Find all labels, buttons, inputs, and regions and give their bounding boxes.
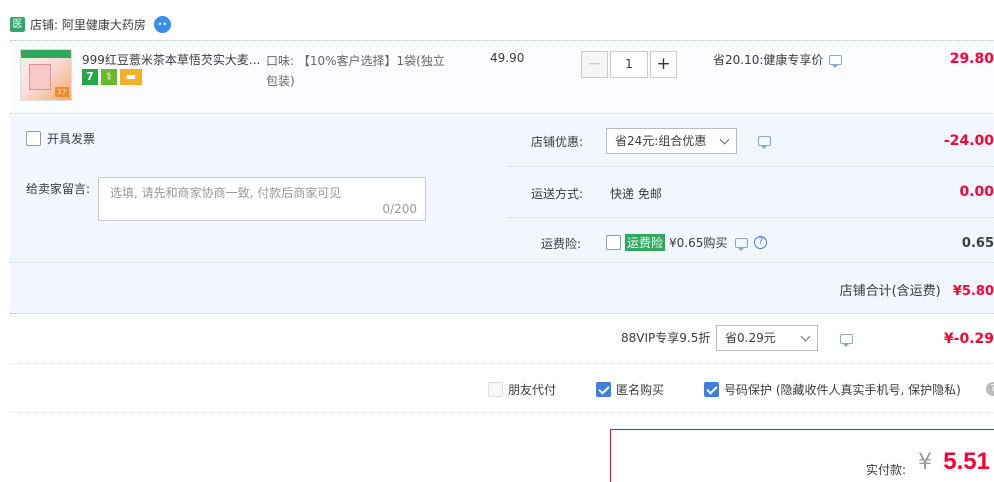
product-thumbnail[interactable]: 17 [20,49,72,101]
shop-header: 医 店铺: 阿里健康大药房 •• [10,14,171,34]
friend-pay-label: 朋友代付 [508,383,557,397]
shipping-value: 快递 免邮 [610,187,662,201]
seller-memo-textarea[interactable]: 选填, 请先和商家协商一致, 付款后商家可见 0/200 [98,177,426,221]
promo-note-text: 省20.10:健康专享价 [713,53,824,67]
insurance-amount: 0.65 [961,236,994,251]
divider [507,217,994,218]
anonymous-checkbox[interactable] [596,382,611,397]
discount-label: 店铺优惠: [531,135,584,149]
unit-price: 49.90 [490,51,525,65]
insurance-text: ¥0.65购买 [669,236,728,250]
insurance-tag: 运费险 [625,234,666,251]
vip-label: 88VIP专享9.5折 [621,331,711,345]
invoice-option[interactable]: 开具发票 [26,130,95,147]
divider [10,262,994,263]
insurance-checkbox[interactable] [606,235,621,250]
discount-select[interactable]: 省24元:组合优惠 [606,128,737,154]
friend-pay-option[interactable]: 朋友代付 [488,381,556,398]
anonymous-label: 匿名购买 [616,383,665,397]
divider [507,166,994,167]
thumb-tag: 17 [55,87,69,97]
pay-label: 实付款: [865,463,906,477]
memo-char-count: 0/200 [382,202,417,216]
memo-label: 给卖家留言: [26,182,91,196]
seven-day-return-icon[interactable]: 7 [82,69,98,85]
thumb-band [21,50,71,58]
privacy-options-row: 朋友代付 匿名购买 号码保护 (隐藏收件人真实手机号, 保护隐私) ? [10,365,994,413]
comment-icon[interactable] [735,237,749,251]
cart-item-row: 17 999红豆薏米茶本草悟芡实大麦... 7 ⚕ ▬ 口味: 【10%客户选择… [10,40,994,114]
thumb-package [29,64,51,90]
medicine-icon[interactable]: ⚕ [101,69,117,85]
qty-decrease-button[interactable]: − [581,51,608,78]
promo-note: 省20.10:健康专享价 [713,51,843,68]
vip-discount-select[interactable]: 省0.29元 [716,325,818,351]
comment-icon[interactable] [758,136,771,149]
store-total-amount: ¥5.80 [952,284,994,299]
comment-icon[interactable] [840,334,853,347]
number-protect-label: 号码保护 (隐藏收件人真实手机号, 保护隐私) [724,383,961,397]
card-icon[interactable]: ▬ [120,69,142,85]
qty-increase-button[interactable]: + [650,51,677,78]
number-protect-option[interactable]: 号码保护 (隐藏收件人真实手机号, 保护隐私) [704,381,961,398]
insurance-option[interactable]: 运费险 ¥0.65购买 ? [606,234,768,251]
memo-placeholder: 选填, 请先和商家协商一致, 付款后商家可见 [110,186,342,200]
vip-discount-row: 88VIP专享9.5折 省0.29元 ¥-0.29 [10,316,994,364]
help-icon[interactable]: ? [986,382,994,396]
discount-selected: 省24元:组合优惠 [615,134,707,148]
qty-input[interactable]: 1 [610,51,648,78]
quantity-stepper: − 1 + [581,51,677,78]
payment-summary-box: 实付款: ¥ 5.51 [610,429,994,482]
options-right: 店铺优惠: 省24元:组合优惠 -24.00 运送方式: 快递 免邮 0.00 … [507,116,994,262]
store-total-label: 店铺合计(含运费) [839,284,941,299]
invoice-checkbox[interactable] [26,131,41,146]
shipping-amount: 0.00 [959,184,994,200]
vip-amount: ¥-0.29 [943,331,994,347]
chevron-down-icon [800,331,811,342]
anonymous-option[interactable]: 匿名购买 [596,381,664,398]
invoice-label: 开具发票 [47,132,96,146]
friend-pay-checkbox[interactable] [488,382,503,397]
wangwang-chat-icon[interactable]: •• [153,15,171,33]
shop-type-badge: 医 [10,16,25,32]
number-protect-checkbox[interactable] [704,382,719,397]
service-icons: 7 ⚕ ▬ [82,69,142,85]
store-total: 店铺合计(含运费) ¥5.80 [840,280,994,299]
discount-amount: -24.00 [943,133,994,149]
shop-name-link[interactable]: 店铺: 阿里健康大药房 [30,16,146,33]
item-subtotal: 29.80 [949,51,994,67]
help-icon[interactable]: ? [754,236,768,249]
vip-selected: 省0.29元 [725,331,776,345]
chevron-down-icon [719,134,730,145]
insurance-label: 运费险: [541,237,582,251]
sku-info: 口味: 【10%客户选择】1袋(独立包装) [266,54,445,88]
product-title-link[interactable]: 999红豆薏米茶本草悟芡实大麦... [82,51,262,68]
options-left: 开具发票 给卖家留言: 选填, 请先和商家协商一致, 付款后商家可见 0/200 [10,116,505,262]
shipping-label: 运送方式: [531,187,584,201]
comment-icon[interactable] [829,54,843,68]
currency-symbol: ¥ [918,450,932,475]
order-options-panel: 开具发票 给卖家留言: 选填, 请先和商家协商一致, 付款后商家可见 0/200… [10,116,994,314]
pay-amount: 5.51 [943,448,990,475]
